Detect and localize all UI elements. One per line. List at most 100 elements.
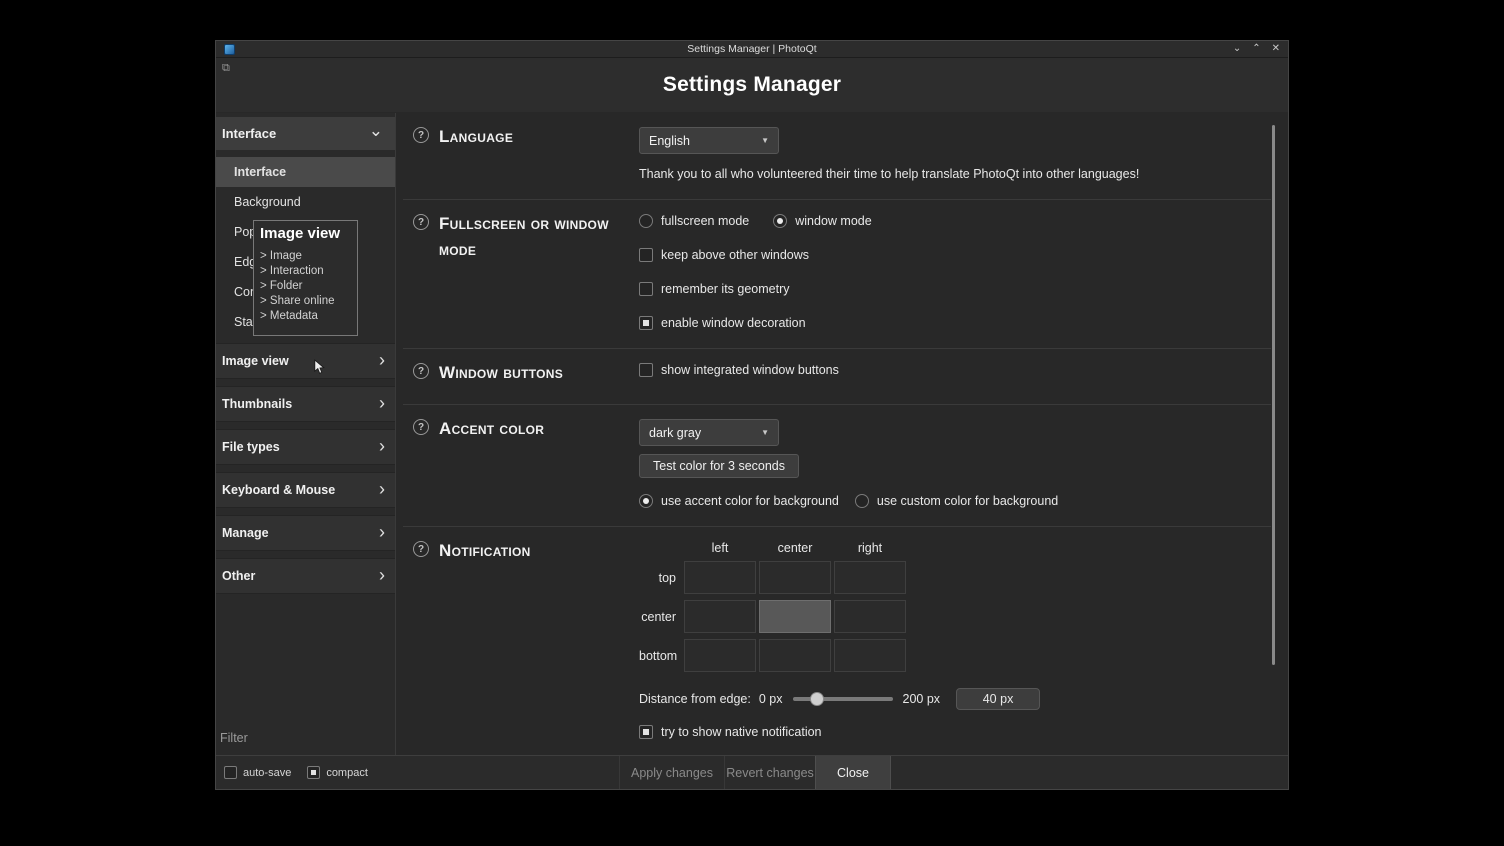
compact-checkbox[interactable]: compact [307,766,368,779]
grid-col-center: center [759,541,831,555]
fullscreen-mode-radio[interactable]: fullscreen mode [639,214,749,228]
accent-color-dropdown[interactable]: dark gray ▼ [639,419,779,446]
close-button[interactable]: Close [815,756,891,789]
grid-row-top: top [639,571,681,585]
notification-position-cell-bottom-right[interactable] [834,639,906,672]
test-color-button[interactable]: Test color for 3 seconds [639,454,799,478]
accent-color-heading: Accent color [439,416,544,442]
minimize-icon[interactable]: ⌄ [1233,44,1241,54]
sidebar-groups: Image view › Thumbnails › File types › K… [216,343,395,601]
accent-background-radio[interactable]: use accent color for background [639,494,839,508]
settings-window: Settings Manager | PhotoQt ⌄ ⌃ ✕ ⧉ Setti… [215,40,1289,790]
notification-position-cell-center-left[interactable] [684,600,756,633]
help-icon[interactable]: ? [413,363,429,379]
sidebar-group-image-view[interactable]: Image view › [216,343,395,379]
cursor-icon [312,359,327,376]
sidebar-group-interface[interactable]: Interface ⌄ [216,117,395,150]
help-icon[interactable]: ? [413,541,429,557]
section-window-buttons: ? Window buttons show integrated window … [403,349,1271,405]
help-icon[interactable]: ? [413,214,429,230]
sidebar-group-keyboard-mouse[interactable]: Keyboard & Mouse › [216,472,395,508]
notification-position-cell-top-left[interactable] [684,561,756,594]
window-decoration-label: enable window decoration [661,316,806,330]
bottom-bar: auto-save compact Apply changes Revert c… [216,755,1288,789]
distance-slider[interactable] [793,697,893,701]
sidebar-group-manage[interactable]: Manage › [216,515,395,551]
titlebar: Settings Manager | PhotoQt ⌄ ⌃ ✕ [216,41,1288,58]
grid-col-right: right [834,541,906,555]
chevron-down-icon: ▼ [761,428,769,437]
checkbox-checked [639,316,653,330]
radio-circle-selected [773,214,787,228]
fullscreen-mode-label: fullscreen mode [661,214,749,228]
apply-changes-button[interactable]: Apply changes [619,756,724,789]
window-mode-radio[interactable]: window mode [773,214,871,228]
slider-handle[interactable] [810,692,824,706]
sidebar-group-other[interactable]: Other › [216,558,395,594]
tooltip-item-interaction: > Interaction [260,264,351,279]
tooltip-item-folder: > Folder [260,279,351,294]
scrollbar[interactable] [1272,125,1275,665]
sidebar-item-interface[interactable]: Interface [216,157,395,187]
keep-above-checkbox[interactable]: keep above other windows [639,248,1271,262]
distance-value: 40 px [983,692,1014,706]
notification-position-cell-top-center[interactable] [759,561,831,594]
distance-max-label: 200 px [903,692,941,706]
section-language: ? Language English ▼ Thank you to all wh… [403,113,1271,200]
revert-changes-button[interactable]: Revert changes [724,756,815,789]
notification-position-cell-bottom-left[interactable] [684,639,756,672]
chevron-right-icon: › [379,350,385,371]
sidebar-group-keyboard-mouse-label: Keyboard & Mouse [222,483,335,497]
sidebar-group-file-types[interactable]: File types › [216,429,395,465]
checkbox [224,766,237,779]
auto-save-checkbox[interactable]: auto-save [224,766,291,779]
custom-background-radio[interactable]: use custom color for background [855,494,1058,508]
keep-above-label: keep above other windows [661,248,809,262]
image-view-tooltip: Image view > Image > Interaction > Folde… [253,220,358,336]
notification-position-cell-top-right[interactable] [834,561,906,594]
sidebar-group-image-view-label: Image view [222,354,289,368]
remember-geometry-checkbox[interactable]: remember its geometry [639,282,1271,296]
notification-heading: Notification [439,538,531,564]
integrated-buttons-checkbox[interactable]: show integrated window buttons [639,363,1271,377]
native-notification-checkbox[interactable]: try to show native notification [639,725,1271,739]
radio-circle [855,494,869,508]
help-icon[interactable]: ? [413,419,429,435]
photoqt-app-icon [224,44,235,55]
chevron-right-icon: › [379,479,385,500]
compact-label: compact [326,767,368,779]
checkbox [639,282,653,296]
section-window-mode: ? Fullscreen or window mode fullscreen m… [403,200,1271,349]
checkbox [639,363,653,377]
filter-input[interactable] [220,727,387,749]
chevron-right-icon: › [379,565,385,586]
grid-row-center: center [639,610,681,624]
custom-background-label: use custom color for background [877,494,1058,508]
sidebar: Interface ⌄ Interface Background Pop Edg… [216,113,396,755]
sidebar-item-background[interactable]: Background [216,187,395,217]
accent-color-dropdown-value: dark gray [649,426,701,440]
language-note: Thank you to all who volunteered their t… [639,167,1271,181]
integrated-buttons-label: show integrated window buttons [661,363,839,377]
grid-row-bottom: bottom [639,649,681,663]
page-title: Settings Manager [663,73,841,97]
notification-position-cell-center-right[interactable] [834,600,906,633]
notification-position-cell-center-center[interactable] [759,600,831,633]
window-mode-heading: Fullscreen or window mode [439,211,627,264]
sidebar-group-other-label: Other [222,569,255,583]
help-icon[interactable]: ? [413,127,429,143]
window-buttons-heading: Window buttons [439,360,563,386]
maximize-icon[interactable]: ⌃ [1252,44,1260,54]
distance-value-box[interactable]: 40 px [956,688,1040,710]
sidebar-group-manage-label: Manage [222,526,269,540]
sidebar-group-thumbnails[interactable]: Thumbnails › [216,386,395,422]
close-icon[interactable]: ✕ [1272,44,1280,54]
sidebar-group-file-types-label: File types [222,440,280,454]
window-decoration-checkbox[interactable]: enable window decoration [639,316,1271,330]
native-notification-label: try to show native notification [661,725,822,739]
window-mode-label: window mode [795,214,871,228]
language-dropdown[interactable]: English ▼ [639,127,779,154]
notification-position-cell-bottom-center[interactable] [759,639,831,672]
popout-icon[interactable]: ⧉ [222,62,230,75]
tooltip-item-metadata: > Metadata [260,309,351,324]
